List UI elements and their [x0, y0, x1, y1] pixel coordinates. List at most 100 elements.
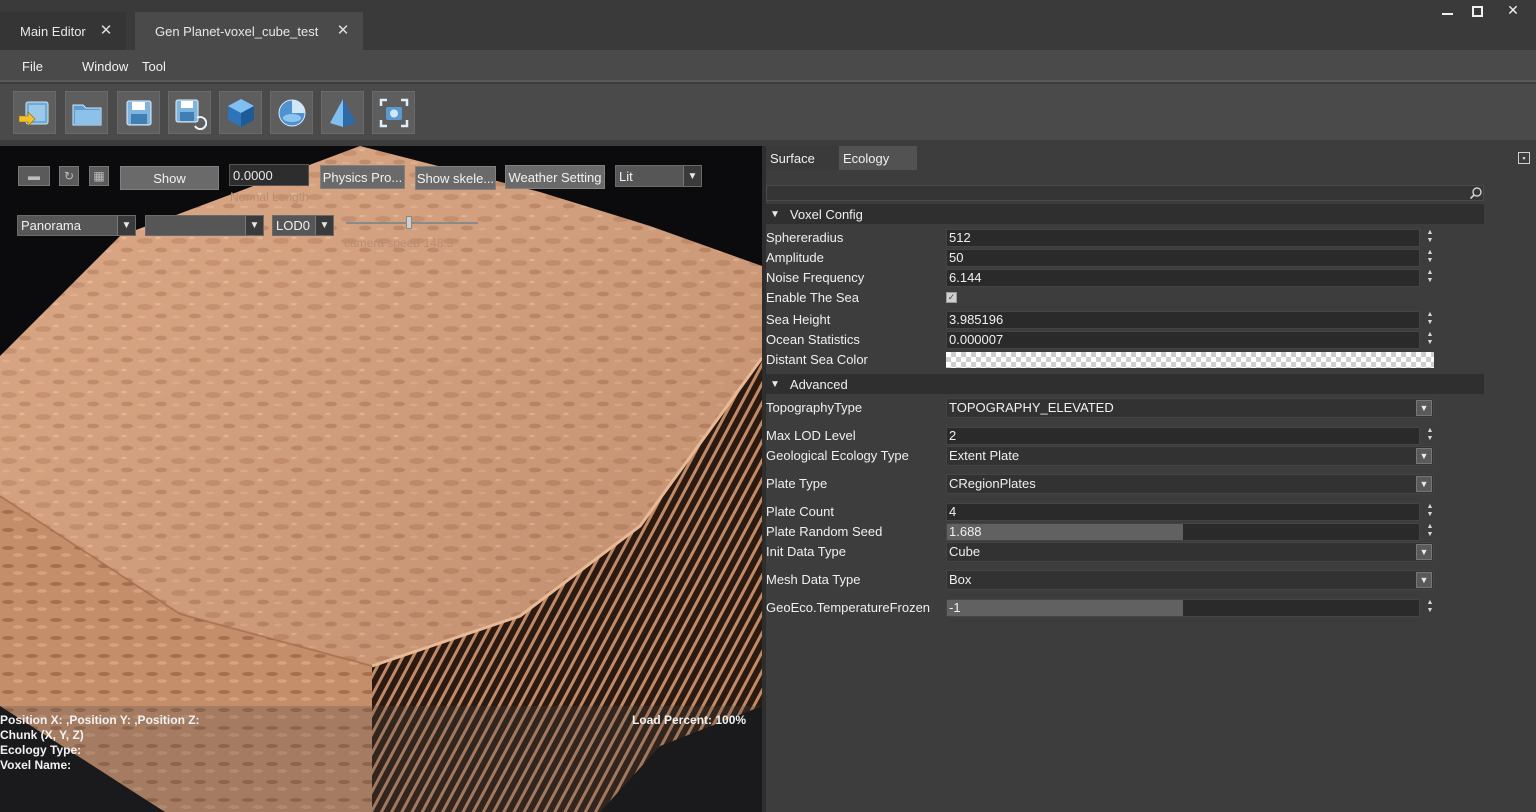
refresh-icon: ↻ [63, 169, 75, 183]
spinner-icon[interactable]: ▲ ▼ [1424, 249, 1436, 267]
spinner-icon[interactable]: ▲ ▼ [1424, 331, 1436, 349]
plate-count-input[interactable]: 4 [946, 503, 1420, 521]
plate-type-select[interactable]: CRegionPlates ▼ [946, 474, 1434, 494]
init-data-type-value: Cube [949, 544, 981, 559]
amplitude-input[interactable]: 50 [946, 249, 1420, 267]
plate-random-seed-label: Plate Random Seed [766, 524, 883, 539]
tab-surface[interactable]: Surface [766, 146, 838, 170]
chevron-down-icon: ▼ [245, 216, 263, 235]
menu-tool[interactable]: Tool [142, 59, 166, 74]
normal-length-caption: Normal Length [230, 190, 309, 204]
section-advanced[interactable]: ▼ Advanced [766, 374, 1484, 394]
spinner-icon[interactable]: ▲ ▼ [1424, 503, 1436, 521]
mesh-data-type-select[interactable]: Box ▼ [946, 570, 1434, 590]
view-option-select[interactable]: ▼ [145, 215, 264, 236]
menu-file[interactable]: File [22, 59, 43, 74]
spinner-icon[interactable]: ▲ ▼ [1424, 599, 1436, 617]
camera-speed-slider-handle[interactable] [406, 216, 413, 229]
menu-window[interactable]: Window [82, 59, 128, 74]
sphereradius-value: 512 [949, 230, 971, 245]
temperature-frozen-slider[interactable]: -1 [946, 599, 1420, 617]
open-folder-button[interactable] [65, 91, 108, 134]
normal-length-input[interactable]: 0.0000 [229, 164, 309, 186]
temperature-frozen-value: -1 [949, 600, 961, 615]
property-panel: Surface Ecology ▪ ▼ Voxel Config Spherer… [766, 146, 1536, 812]
grid-toggle-button[interactable]: ▦ [89, 166, 109, 186]
panel-tabs: Surface Ecology ▪ [766, 146, 1536, 170]
pin-icon[interactable]: ▪ [1518, 152, 1530, 164]
save-button[interactable] [117, 91, 160, 134]
init-data-type-label: Init Data Type [766, 544, 846, 559]
noise-frequency-input[interactable]: 6.144 [946, 269, 1420, 287]
row-noise-frequency: Noise Frequency 6.144 ▲ ▼ [766, 268, 1486, 288]
chevron-down-icon: ▼ [1416, 572, 1432, 588]
spinner-icon[interactable]: ▲ ▼ [1424, 427, 1436, 445]
max-lod-input[interactable]: 2 [946, 427, 1420, 445]
distant-sea-color-swatch[interactable] [946, 352, 1434, 368]
camera-speed-caption: camera speed 148.3 [344, 236, 454, 250]
max-lod-label: Max LOD Level [766, 428, 856, 443]
spinner-icon[interactable]: ▲ ▼ [1424, 229, 1436, 247]
close-icon[interactable]: ✕ [98, 23, 114, 39]
section-voxel-config[interactable]: ▼ Voxel Config [766, 204, 1484, 224]
tab-main-editor[interactable]: Main Editor ✕ [0, 12, 126, 50]
spinner-icon[interactable]: ▲ ▼ [1424, 269, 1436, 287]
hud-voxel-name: Voxel Name: [0, 758, 72, 772]
ocean-statistics-input[interactable]: 0.000007 [946, 331, 1420, 349]
mesh-data-type-label: Mesh Data Type [766, 572, 861, 587]
search-icon[interactable] [1469, 186, 1483, 200]
row-plate-count: Plate Count 4 ▲ ▼ [766, 502, 1486, 522]
row-init-data-type: Init Data Type Cube ▼ [766, 542, 1486, 562]
temperature-frozen-label: GeoEco.TemperatureFrozen [766, 600, 931, 615]
minimize-window-button[interactable] [1432, 0, 1462, 20]
row-distant-sea-color: Distant Sea Color [766, 350, 1486, 370]
plate-type-value: CRegionPlates [949, 476, 1036, 491]
chevron-down-icon: ▼ [1416, 544, 1432, 560]
lighting-mode-select[interactable]: Lit ▼ [615, 165, 702, 187]
collapse-triangle-icon: ▼ [770, 208, 780, 220]
maximize-icon [1471, 5, 1483, 17]
geo-ecology-type-select[interactable]: Extent Plate ▼ [946, 446, 1434, 466]
tab-ecology[interactable]: Ecology [839, 146, 917, 170]
camera-mode-select[interactable]: Panorama ▼ [17, 215, 136, 236]
tab-main-editor-label: Main Editor [20, 23, 86, 39]
topography-type-select[interactable]: TOPOGRAPHY_ELEVATED ▼ [946, 398, 1434, 418]
refresh-button[interactable]: ↻ [59, 166, 79, 186]
spinner-icon[interactable]: ▲ ▼ [1424, 523, 1436, 541]
import-icon [18, 101, 48, 127]
plate-type-label: Plate Type [766, 476, 828, 491]
tab-gen-planet[interactable]: Gen Planet-voxel_cube_test ✕ [135, 12, 363, 50]
sea-height-input[interactable]: 3.985196 [946, 311, 1420, 329]
close-icon[interactable]: ✕ [335, 23, 351, 39]
ocean-statistics-value: 0.000007 [949, 332, 1004, 347]
sphere-button[interactable] [270, 91, 313, 134]
sphereradius-input[interactable]: 512 [946, 229, 1420, 247]
show-button[interactable]: Show [120, 166, 219, 190]
capture-button[interactable] [372, 91, 415, 134]
property-search-input[interactable] [766, 185, 1484, 201]
chevron-down-icon: ▼ [683, 166, 701, 186]
lod-select[interactable]: LOD0 ▼ [272, 215, 334, 236]
title-bar: Main Editor ✕ Gen Planet-voxel_cube_test… [0, 0, 1536, 50]
hud-load-percent: Load Percent: 100% [632, 713, 747, 727]
chevron-down-icon: ▼ [1416, 448, 1432, 464]
enable-sea-checkbox[interactable]: ✓ [946, 292, 957, 303]
row-geo-ecology-type: Geological Ecology Type Extent Plate ▼ [766, 446, 1486, 466]
chevron-down-icon: ▼ [117, 216, 135, 235]
weather-setting-button[interactable]: Weather Setting [505, 165, 605, 189]
physics-properties-button[interactable]: Physics Pro... [320, 165, 405, 189]
show-skeleton-button[interactable]: Show skele... [415, 166, 496, 190]
import-button[interactable] [13, 91, 56, 134]
spinner-icon[interactable]: ▲ ▼ [1424, 311, 1436, 329]
plate-random-seed-slider[interactable]: 1.688 [946, 523, 1420, 541]
viewport-3d[interactable]: ▬ ↻ ▦ Show 0.0000 Normal Length Physics … [0, 146, 762, 812]
pyramid-button[interactable] [321, 91, 364, 134]
close-window-button[interactable]: ✕ [1498, 0, 1528, 20]
maximize-window-button[interactable] [1462, 0, 1492, 20]
init-data-type-select[interactable]: Cube ▼ [946, 542, 1434, 562]
plate-random-seed-value: 1.688 [949, 524, 982, 539]
save-as-button[interactable] [168, 91, 211, 134]
cube-button[interactable] [219, 91, 262, 134]
viewport-menu-button[interactable]: ▬ [18, 166, 50, 186]
amplitude-label: Amplitude [766, 250, 824, 265]
